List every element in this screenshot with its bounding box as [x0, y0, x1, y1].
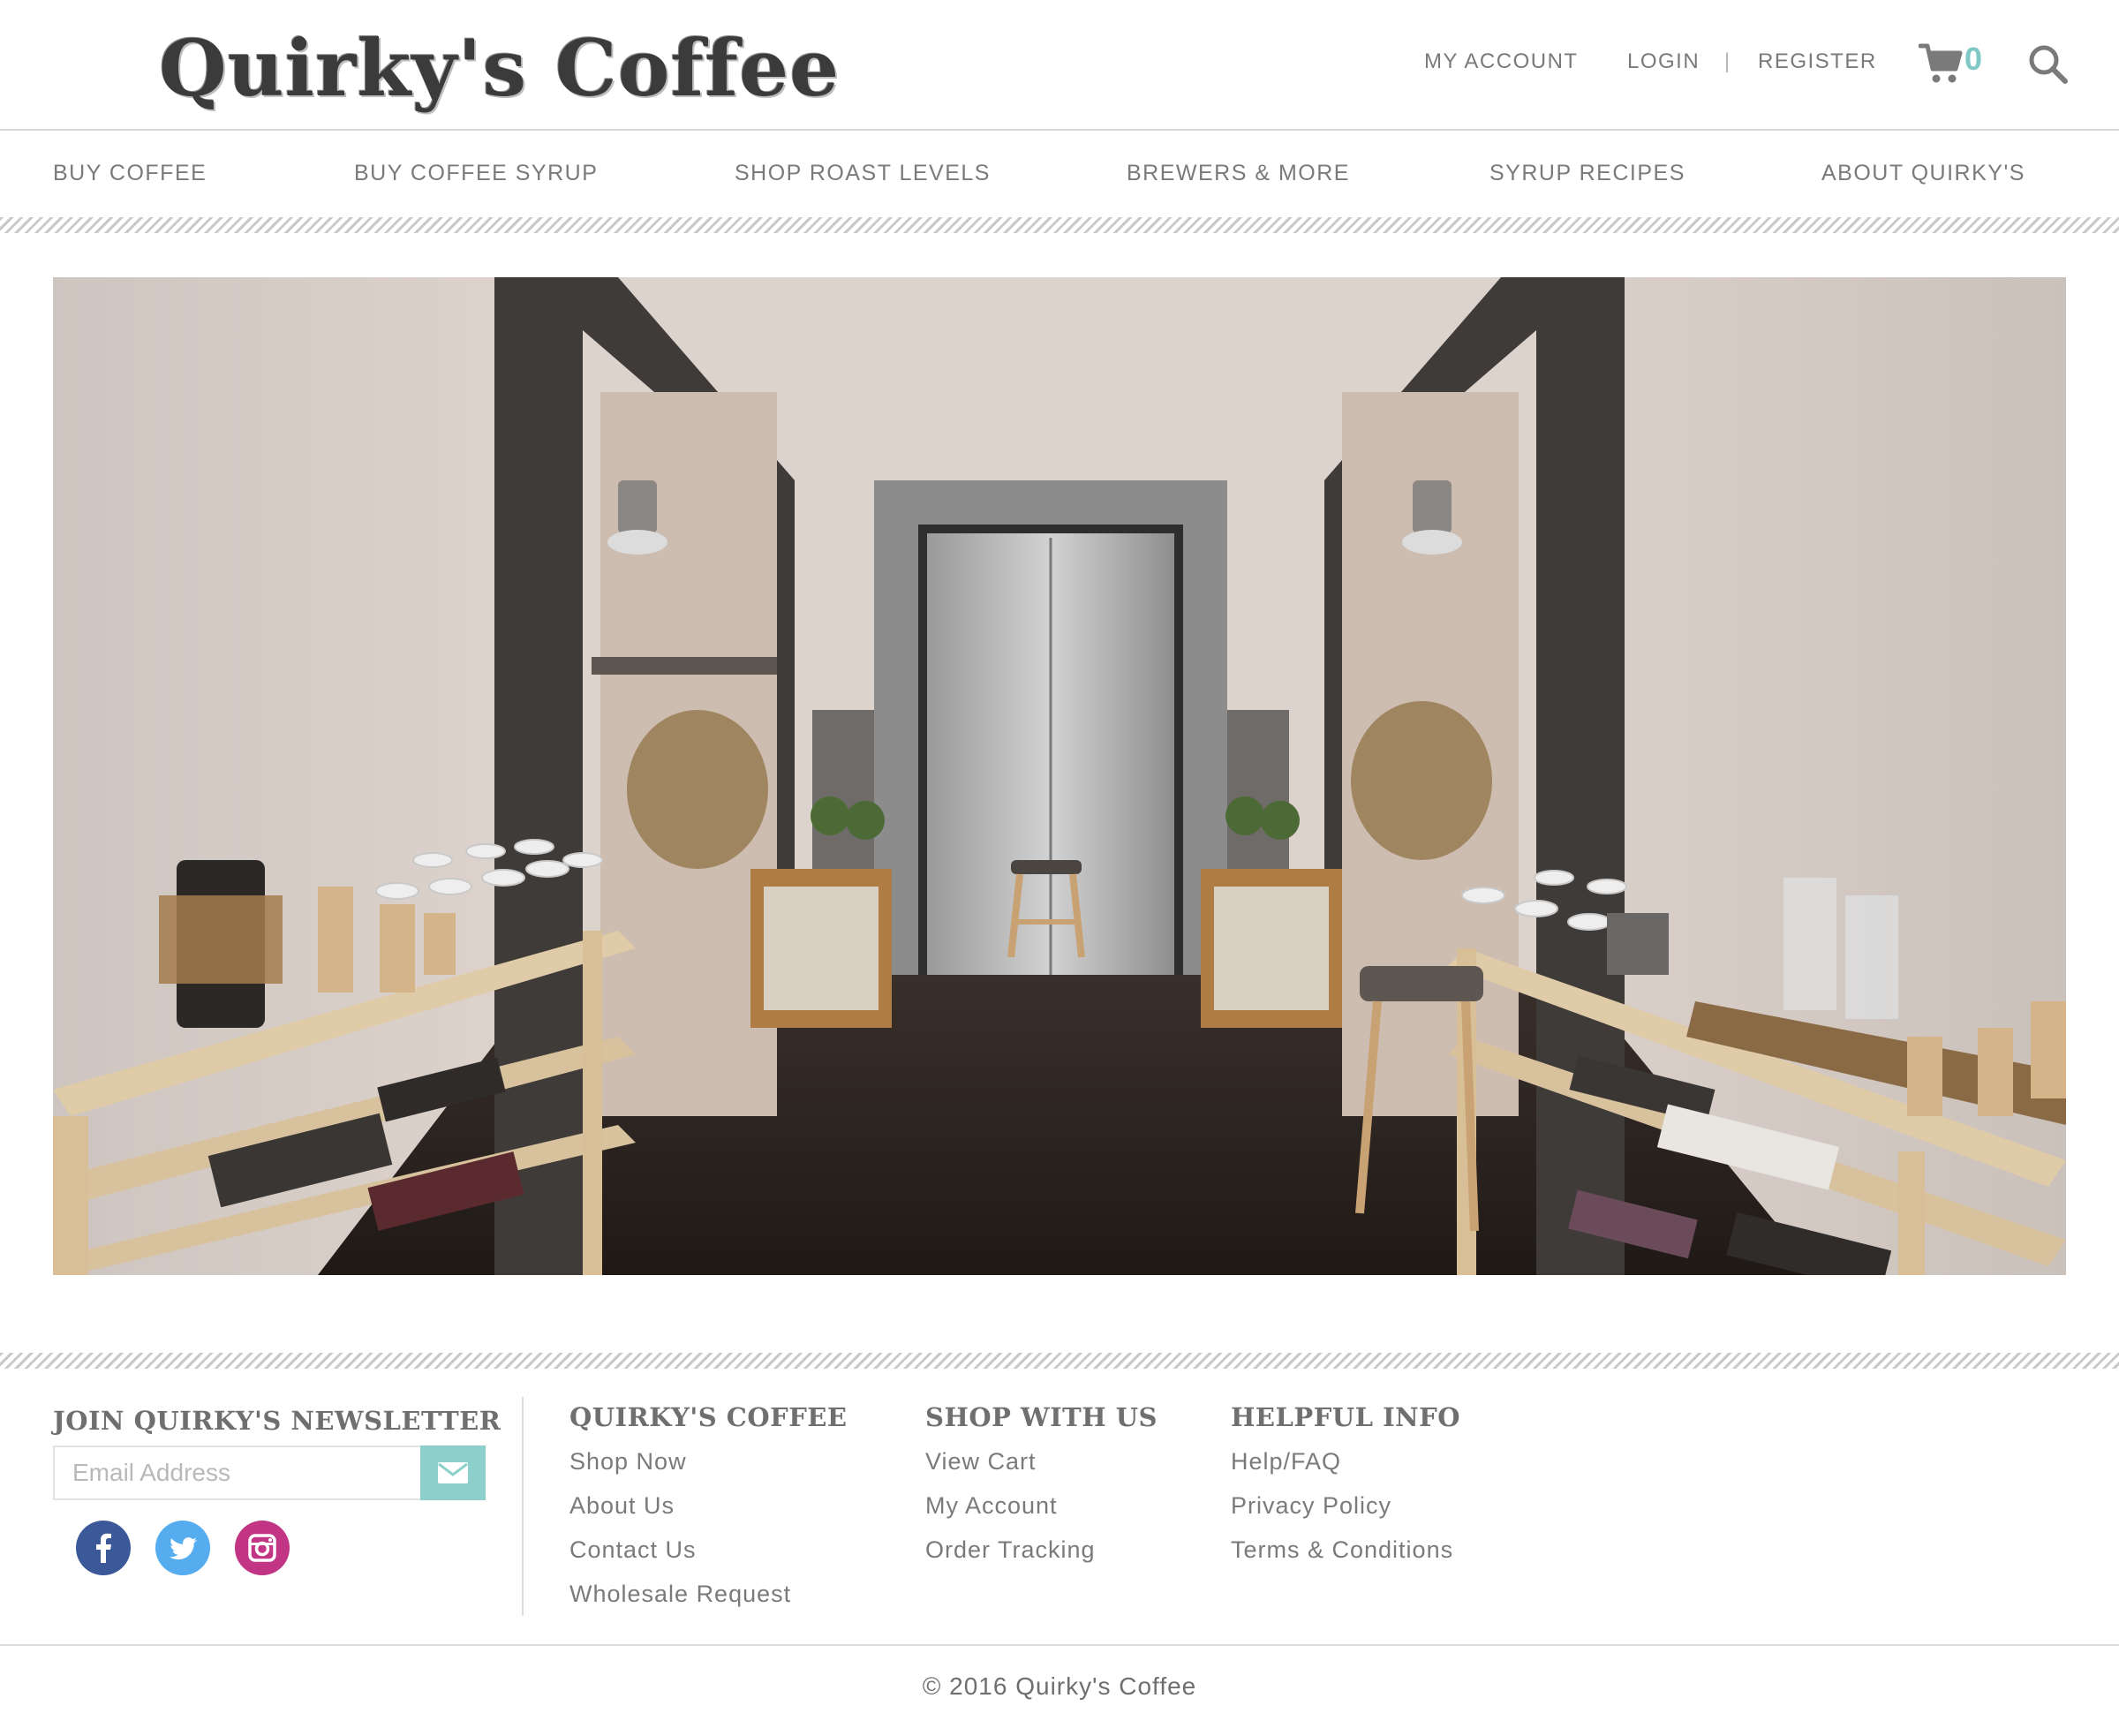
- nav-item-about-quirkys[interactable]: ABOUT QUIRKY'S: [1821, 161, 2025, 186]
- search-button[interactable]: [2028, 44, 2069, 85]
- footer-vertical-divider: [522, 1397, 524, 1616]
- instagram-link[interactable]: [235, 1521, 290, 1575]
- newsletter-submit-button[interactable]: [420, 1445, 486, 1500]
- search-icon: [2029, 45, 2068, 84]
- header-separator: |: [1724, 49, 1731, 73]
- twitter-icon: [155, 1521, 210, 1575]
- footer-link-help-faq[interactable]: Help/FAQ: [1231, 1448, 1341, 1476]
- footer-bottom-divider: [0, 1644, 2119, 1646]
- cart-button[interactable]: 0: [1919, 39, 1989, 88]
- instagram-icon: [235, 1521, 290, 1575]
- copyright-text: © 2016 Quirky's Coffee: [922, 1672, 1197, 1700]
- footer-col-title-helpful-info: HELPFUL INFO: [1231, 1402, 1460, 1432]
- newsletter-form: [53, 1445, 486, 1500]
- nav-item-brewers-more[interactable]: BREWERS & MORE: [1127, 161, 1350, 186]
- my-account-link[interactable]: MY ACCOUNT: [1424, 49, 1579, 74]
- footer-link-terms-conditions[interactable]: Terms & Conditions: [1231, 1536, 1453, 1564]
- footer-link-privacy-policy[interactable]: Privacy Policy: [1231, 1492, 1391, 1520]
- register-link[interactable]: REGISTER: [1758, 49, 1877, 74]
- footer-link-shop-now[interactable]: Shop Now: [569, 1448, 687, 1476]
- site-logo[interactable]: Quirky's Coffee: [159, 19, 840, 117]
- footer-col-title-quirkys-coffee: QUIRKY'S COFFEE: [569, 1402, 848, 1432]
- email-input[interactable]: [55, 1447, 422, 1498]
- footer-link-contact-us[interactable]: Contact Us: [569, 1536, 697, 1564]
- nav-item-syrup-recipes[interactable]: SYRUP RECIPES: [1489, 161, 1685, 186]
- footer-link-order-tracking[interactable]: Order Tracking: [925, 1536, 1096, 1564]
- hero-image: [53, 277, 2066, 1275]
- footer-link-about-us[interactable]: About Us: [569, 1492, 675, 1520]
- nav-item-buy-coffee[interactable]: BUY COFFEE: [53, 161, 207, 186]
- nav-item-shop-roast-levels[interactable]: SHOP ROAST LEVELS: [735, 161, 991, 186]
- newsletter-title: JOIN QUIRKY'S NEWSLETTER: [53, 1406, 501, 1436]
- nav-stripe-divider: [0, 217, 2119, 233]
- facebook-icon: [76, 1521, 131, 1575]
- facebook-link[interactable]: [76, 1521, 131, 1575]
- footer-col-title-shop-with-us: SHOP WITH US: [925, 1402, 1158, 1432]
- cart-icon: [1919, 43, 1963, 83]
- main-nav: BUY COFFEE BUY COFFEE SYRUP SHOP ROAST L…: [0, 131, 2119, 215]
- footer-stripe-divider: [0, 1353, 2119, 1369]
- footer-link-my-account[interactable]: My Account: [925, 1492, 1058, 1520]
- twitter-link[interactable]: [155, 1521, 210, 1575]
- cart-count: 0: [1964, 41, 1983, 77]
- footer-link-wholesale-request[interactable]: Wholesale Request: [569, 1581, 791, 1608]
- envelope-icon: [438, 1462, 468, 1483]
- site-header: Quirky's Coffee MY ACCOUNT LOGIN | REGIS…: [0, 0, 2119, 131]
- footer-link-view-cart[interactable]: View Cart: [925, 1448, 1037, 1476]
- nav-item-buy-coffee-syrup[interactable]: BUY COFFEE SYRUP: [354, 161, 598, 186]
- login-link[interactable]: LOGIN: [1627, 49, 1700, 74]
- cafe-interior-illustration: [53, 277, 2066, 1275]
